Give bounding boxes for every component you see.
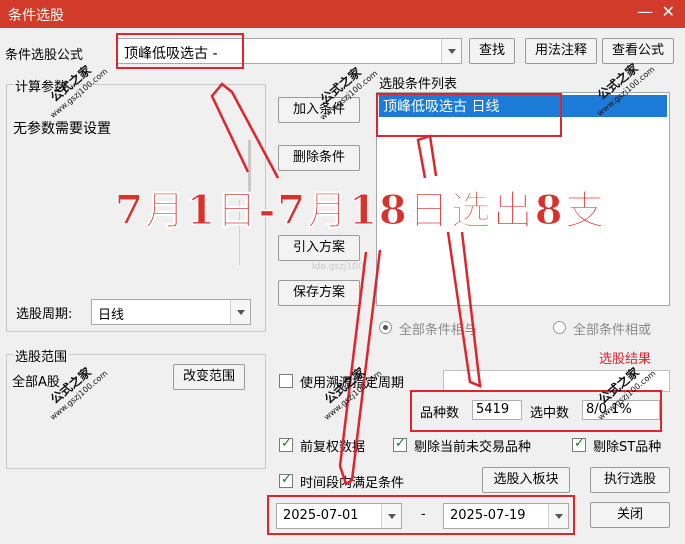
arrow-to-stats — [446, 231, 482, 388]
arrow-to-formula — [210, 82, 280, 179]
annotation-banner: 7月1日-7月18日选出8支 — [115, 187, 607, 235]
stock-screener-window: 条件选股 — ✕ 条件选股公式 顶峰低吸选古 - 查找 用法注释 查看公式 计算… — [0, 0, 685, 544]
arrow-to-condition — [416, 134, 438, 179]
faint-watermark: Ide.gszj100 — [312, 262, 364, 272]
